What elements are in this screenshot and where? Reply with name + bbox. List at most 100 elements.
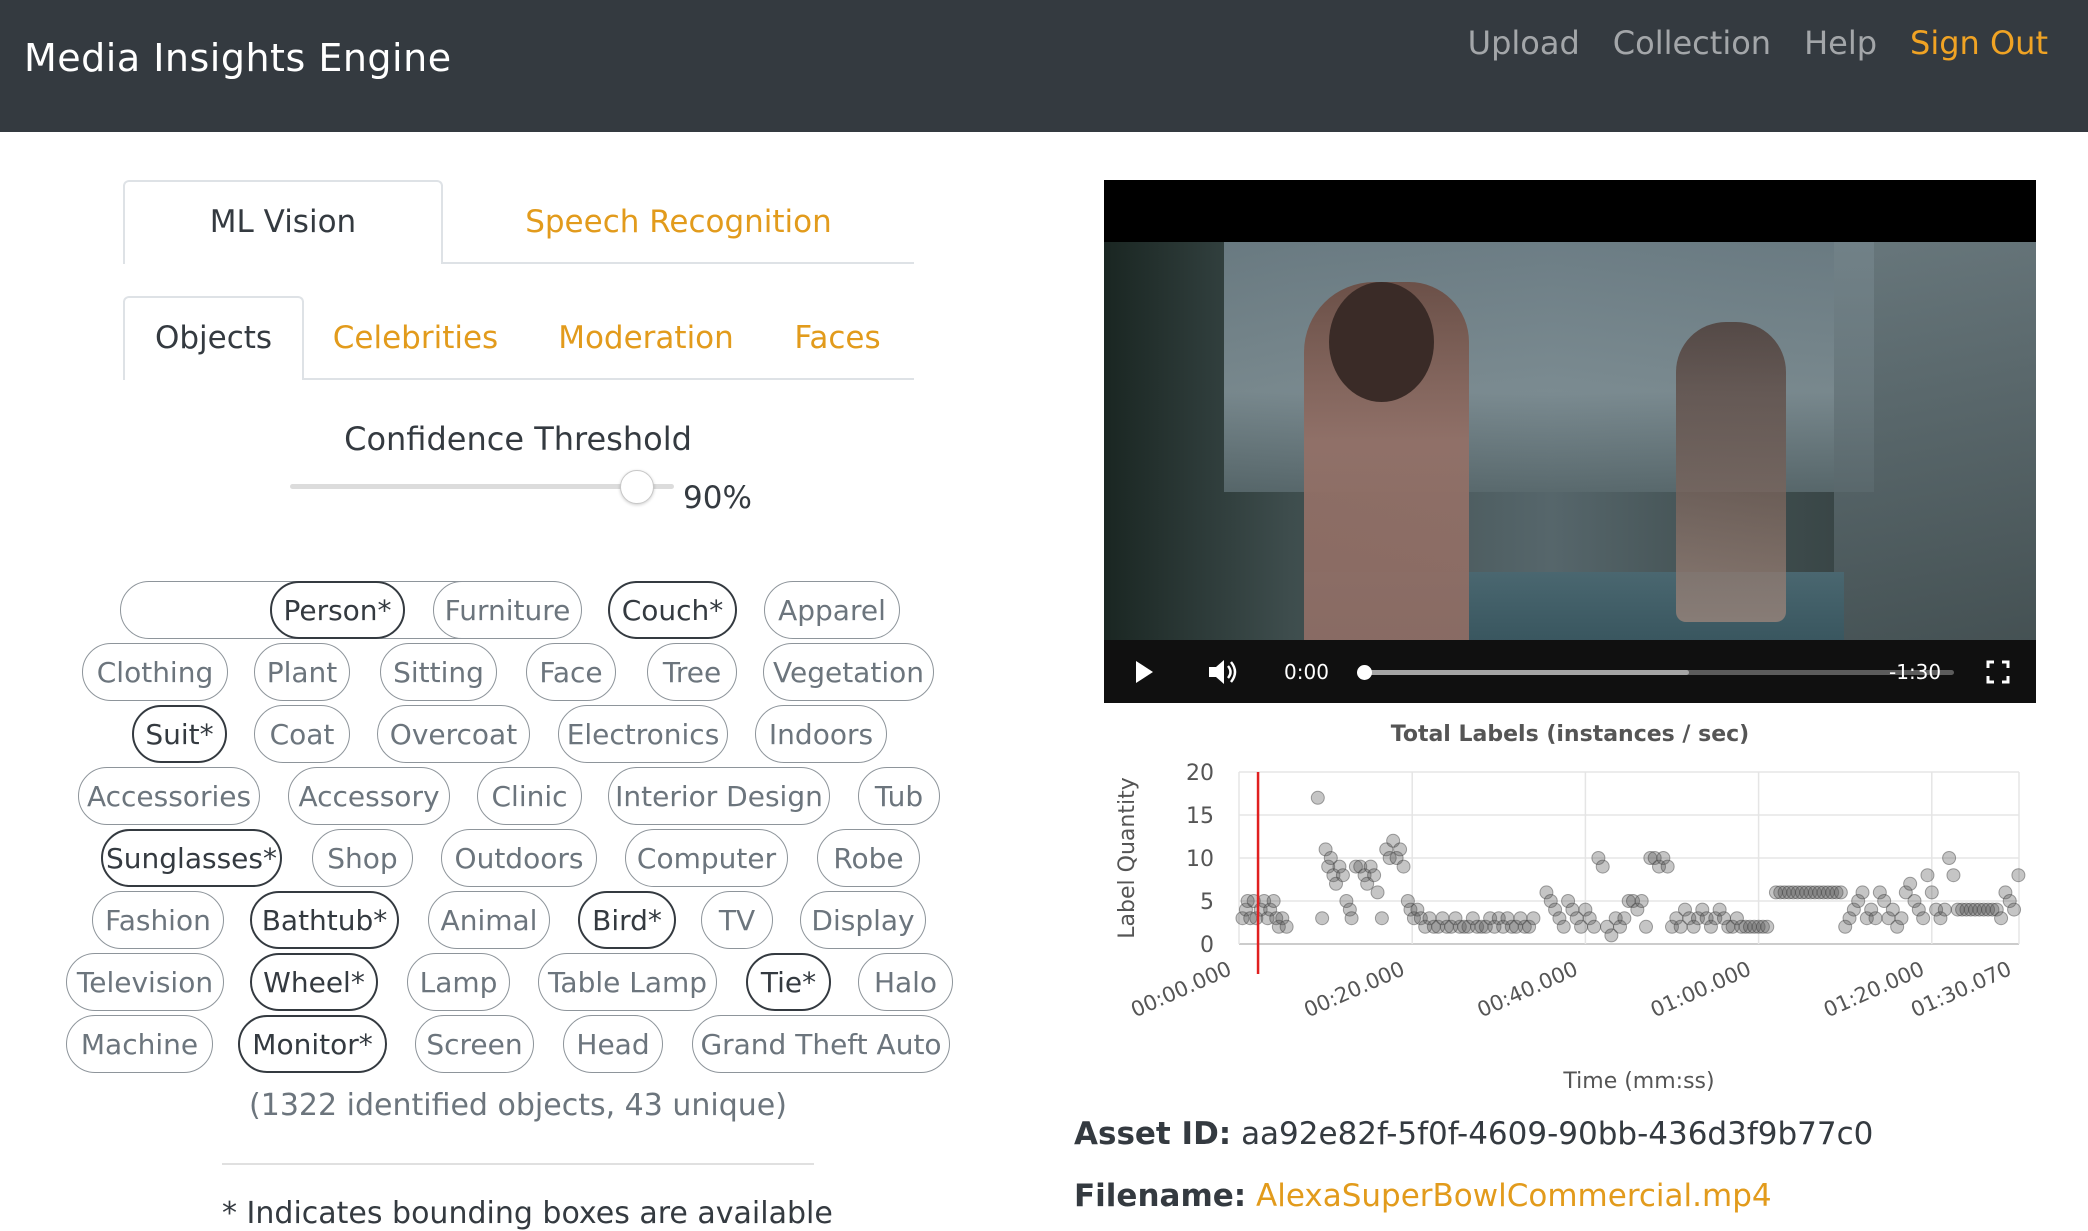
label-pill[interactable]: Wheel* xyxy=(250,953,378,1011)
label-pill[interactable]: Television xyxy=(66,953,224,1011)
tab-ml-vision[interactable]: ML Vision xyxy=(123,180,443,264)
app-title: Media Insights Engine xyxy=(24,36,452,80)
label-pill[interactable]: Tub xyxy=(858,767,940,825)
data-point xyxy=(1526,911,1541,926)
data-point xyxy=(1344,911,1359,926)
y-tick-label: 5 xyxy=(1200,890,1214,915)
label-pill[interactable]: Furniture xyxy=(433,581,582,639)
tab-moderation[interactable]: Moderation xyxy=(527,296,765,380)
data-point xyxy=(1833,885,1848,900)
label-pill[interactable]: Plant xyxy=(254,643,350,701)
current-time: 0:00 xyxy=(1284,660,1329,684)
data-point xyxy=(1374,911,1389,926)
video-player[interactable]: 0:00 -1:30 xyxy=(1104,180,2036,703)
confidence-slider-thumb[interactable] xyxy=(619,470,654,504)
label-pill[interactable]: Couch* xyxy=(608,581,737,639)
label-pill[interactable]: Fashion xyxy=(92,891,224,949)
tab-celebrities[interactable]: Celebrities xyxy=(304,296,527,380)
label-pill[interactable]: Coat xyxy=(254,705,350,763)
label-pill[interactable]: Clothing xyxy=(82,643,228,701)
data-point xyxy=(1587,919,1602,934)
label-pill[interactable]: Sunglasses* xyxy=(101,829,282,887)
label-pill[interactable]: Screen xyxy=(415,1015,534,1073)
label-pill[interactable]: Outdoors xyxy=(441,829,597,887)
label-pill[interactable]: Halo xyxy=(858,953,953,1011)
data-point xyxy=(1266,894,1281,908)
label-pill[interactable]: Suit* xyxy=(132,705,227,763)
label-pill[interactable]: Tie* xyxy=(746,953,831,1011)
video-frame[interactable] xyxy=(1104,242,2036,703)
data-point xyxy=(1760,919,1775,934)
label-pill[interactable]: Shop xyxy=(312,829,413,887)
label-pill[interactable]: Face xyxy=(526,643,616,701)
x-tick-label: 00:40.000 xyxy=(1474,957,1582,1023)
data-point xyxy=(1942,851,1957,865)
data-point xyxy=(1660,859,1675,874)
label-pill[interactable]: Bird* xyxy=(578,891,676,949)
label-pill[interactable]: Robe xyxy=(817,829,920,887)
tab-objects[interactable]: Objects xyxy=(123,296,304,380)
tab-faces[interactable]: Faces xyxy=(765,296,910,380)
data-point xyxy=(1279,919,1294,934)
label-pill[interactable]: Head xyxy=(563,1015,663,1073)
confidence-slider-track[interactable] xyxy=(290,484,674,489)
progress-knob[interactable] xyxy=(1357,665,1372,680)
data-point xyxy=(1916,911,1931,926)
data-point xyxy=(1335,868,1350,883)
data-point xyxy=(1855,885,1870,900)
data-point xyxy=(1556,919,1571,934)
label-pill[interactable]: Computer xyxy=(625,829,788,887)
label-pill[interactable]: Grand Theft Auto xyxy=(692,1015,950,1073)
data-point xyxy=(1937,902,1952,917)
video-controls: 0:00 -1:30 xyxy=(1104,640,2036,703)
y-tick-label: 0 xyxy=(1200,933,1214,958)
sign-out-link[interactable]: Sign Out xyxy=(1910,24,2048,62)
nav-links: Upload Collection Help Sign Out xyxy=(1468,24,2048,62)
asset-id-value: aa92e82f-5f0f-4609-90bb-436d3f9b77c0 xyxy=(1241,1116,1874,1152)
label-pill[interactable]: Accessories xyxy=(78,767,260,825)
label-pill[interactable]: Tree xyxy=(647,643,737,701)
nav-help-link[interactable]: Help xyxy=(1804,24,1877,62)
label-pill[interactable]: Overcoat xyxy=(377,705,530,763)
label-pill[interactable]: Bathtub* xyxy=(250,891,399,949)
data-point xyxy=(1894,911,1909,926)
confidence-value: 90% xyxy=(683,480,752,516)
data-point xyxy=(1924,885,1939,900)
objects-summary: (1322 identified objects, 43 unique) xyxy=(249,1088,787,1123)
nav-collection-link[interactable]: Collection xyxy=(1613,24,1771,62)
label-pill[interactable]: Clinic xyxy=(477,767,582,825)
label-pill[interactable]: Display xyxy=(800,891,926,949)
label-pill[interactable]: Table Lamp xyxy=(538,953,717,1011)
data-point xyxy=(1310,790,1325,805)
confidence-threshold-title: Confidence Threshold xyxy=(344,420,692,458)
filename-link[interactable]: AlexaSuperBowlCommercial.mp4 xyxy=(1256,1178,1772,1214)
label-pill[interactable]: Accessory xyxy=(288,767,450,825)
nav-upload-link[interactable]: Upload xyxy=(1468,24,1580,62)
label-pill[interactable]: Apparel xyxy=(764,581,900,639)
tab-speech-recognition[interactable]: Speech Recognition xyxy=(443,180,914,264)
fullscreen-icon[interactable] xyxy=(1986,660,2010,684)
label-pill[interactable]: TV xyxy=(701,891,773,949)
play-icon[interactable] xyxy=(1136,661,1153,683)
label-pill[interactable]: Lamp xyxy=(407,953,510,1011)
label-pill[interactable]: Machine xyxy=(66,1015,213,1073)
progress-bar[interactable] xyxy=(1364,670,1954,675)
label-pill[interactable]: Indoors xyxy=(755,705,887,763)
label-pill[interactable]: Vegetation xyxy=(763,643,934,701)
data-point xyxy=(1315,911,1330,926)
bounding-box-footnote: * Indicates bounding boxes are available xyxy=(222,1196,833,1231)
ml-vision-subtabs: Objects Celebrities Moderation Faces xyxy=(123,296,914,380)
data-point xyxy=(2011,868,2026,883)
label-pill[interactable]: Monitor* xyxy=(238,1015,387,1073)
label-pill[interactable]: Interior Design xyxy=(608,767,830,825)
label-pill[interactable]: Sitting xyxy=(380,643,497,701)
remaining-time: -1:30 xyxy=(1889,660,1942,684)
x-tick-label: 00:00.000 xyxy=(1127,957,1235,1023)
volume-icon[interactable] xyxy=(1206,655,1240,689)
y-tick-label: 20 xyxy=(1186,761,1214,786)
label-pill[interactable]: Person* xyxy=(270,581,405,639)
data-point xyxy=(1920,868,1935,883)
x-axis-label: Time (mm:ss) xyxy=(1562,1069,1714,1094)
label-pill[interactable]: Electronics xyxy=(558,705,728,763)
label-pill[interactable]: Animal xyxy=(428,891,550,949)
